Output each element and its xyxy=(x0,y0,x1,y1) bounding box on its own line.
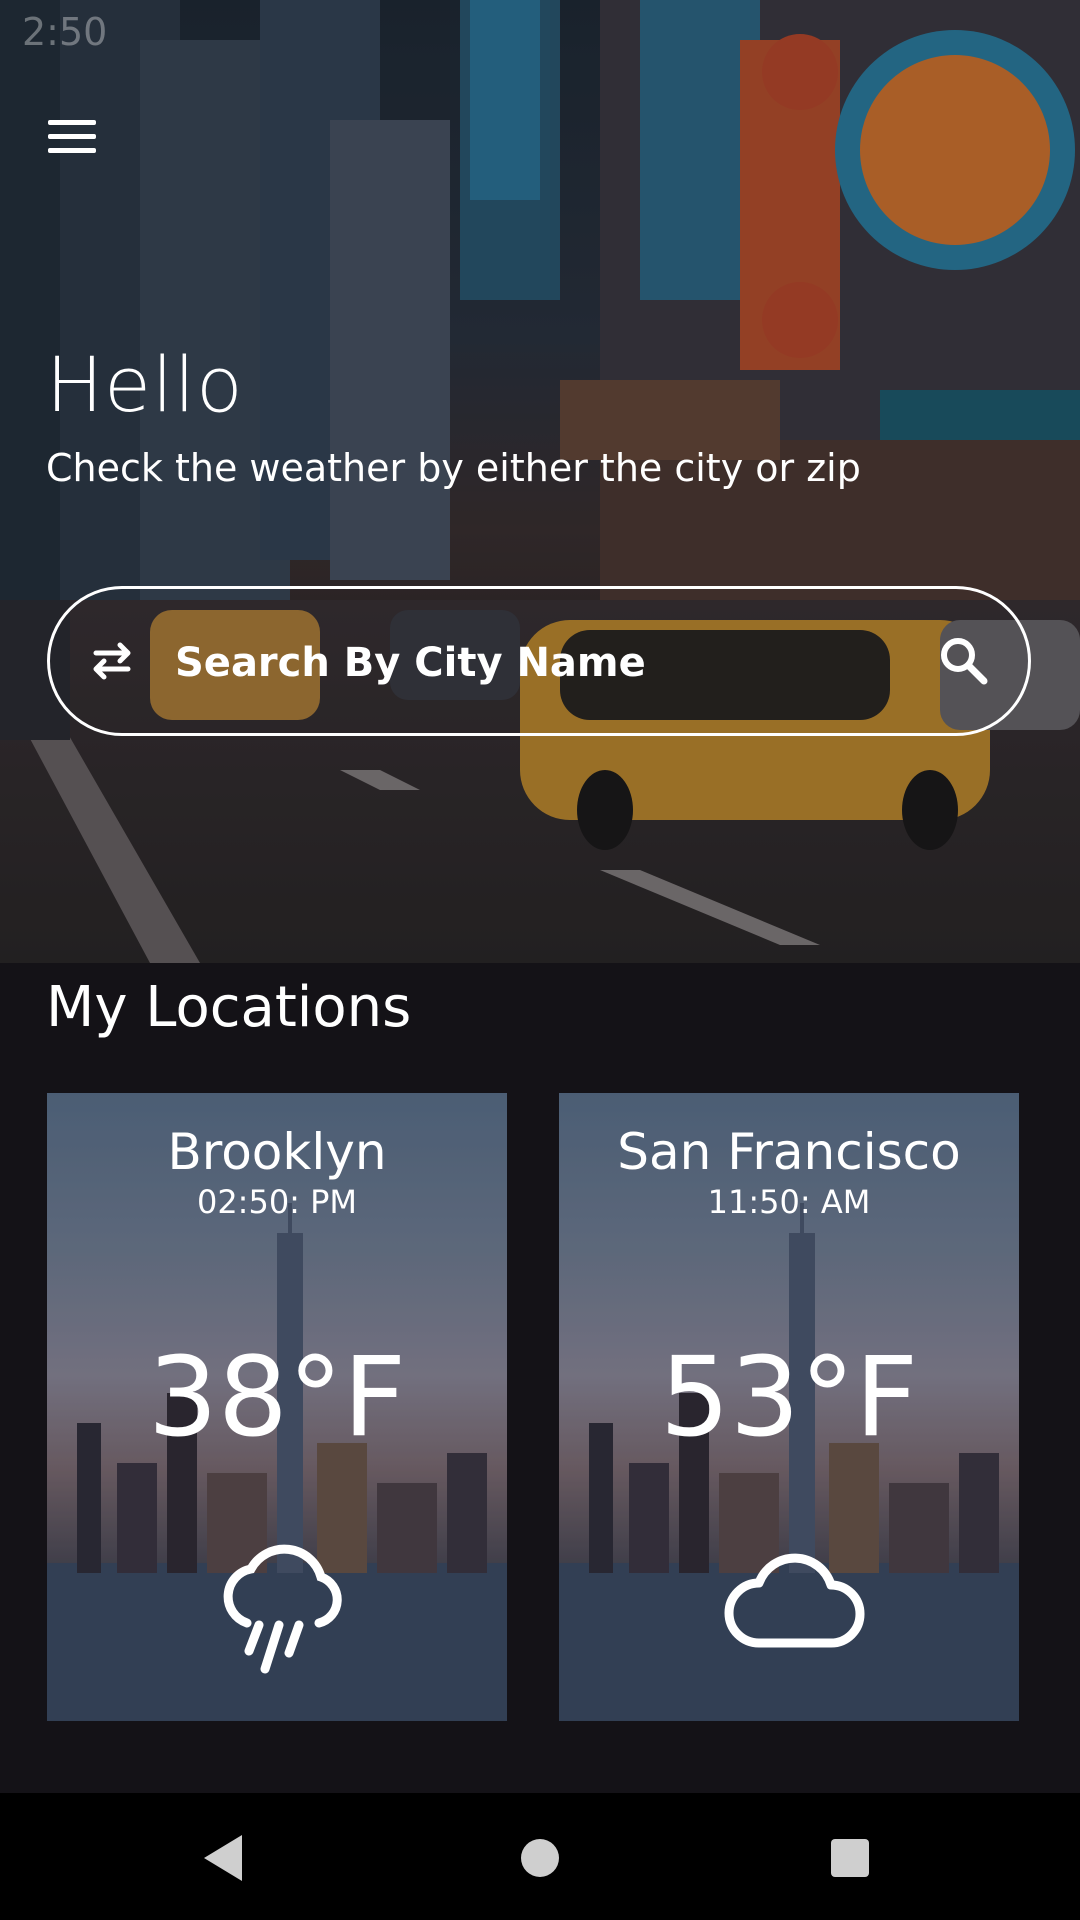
status-bar: 2:50 xyxy=(0,0,1080,63)
location-city-name: San Francisco xyxy=(617,1123,961,1181)
square-recent-icon[interactable] xyxy=(815,1823,885,1893)
cloud-rain-icon xyxy=(223,1544,342,1674)
location-temperature: 38°F xyxy=(147,1333,407,1461)
location-local-time: 11:50: AM xyxy=(707,1183,871,1221)
location-card-san-francisco[interactable]: San Francisco 11:50: AM 53°F xyxy=(559,1093,1019,1721)
cloud-icon xyxy=(724,1553,865,1648)
triangle-back-icon[interactable] xyxy=(190,1823,260,1893)
swap-arrows-icon[interactable] xyxy=(82,631,142,691)
location-local-time: 02:50: PM xyxy=(196,1183,358,1221)
search-bar xyxy=(47,586,1031,736)
magnifier-icon[interactable] xyxy=(934,631,994,691)
greeting-subtitle: Check the weather by either the city or … xyxy=(46,446,861,490)
location-city-name: Brooklyn xyxy=(167,1123,387,1181)
greeting-title: Hello xyxy=(46,340,244,429)
system-navigation-bar xyxy=(0,1793,1080,1920)
location-card-brooklyn[interactable]: Brooklyn 02:50: PM 38°F xyxy=(47,1093,507,1721)
hamburger-menu-icon[interactable] xyxy=(42,114,102,162)
location-temperature: 53°F xyxy=(659,1333,919,1461)
search-input[interactable] xyxy=(175,633,875,693)
circle-home-icon[interactable] xyxy=(505,1823,575,1893)
section-title-my-locations: My Locations xyxy=(46,975,412,1040)
status-time: 2:50 xyxy=(22,10,108,54)
app-root: 2:50 Hello Check the weather by either t… xyxy=(0,0,1080,1920)
